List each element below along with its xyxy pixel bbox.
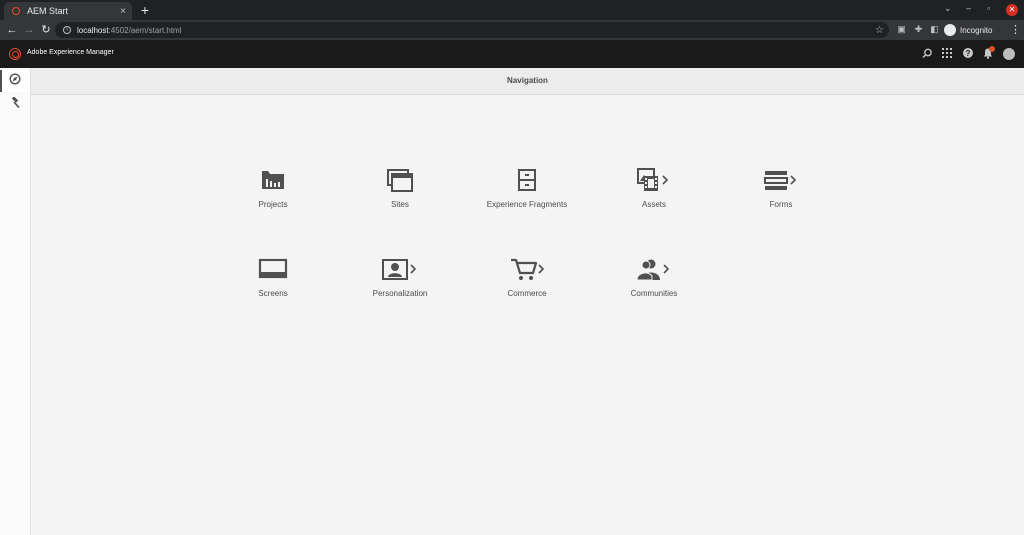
tile-projects[interactable]: Projects [218, 168, 328, 209]
tile-label: Communities [630, 289, 678, 298]
tile-label: Personalization [372, 289, 428, 298]
tile-sites[interactable]: Sites [345, 168, 455, 209]
browser-menu-icon[interactable]: ⋮ [1010, 23, 1021, 36]
tile-forms[interactable]: Forms [726, 168, 836, 209]
aem-logo-icon[interactable] [9, 48, 21, 60]
puzzle-extensions-icon[interactable]: ✚ [913, 24, 924, 35]
tile-communities[interactable]: Communities [599, 257, 709, 298]
tile-experience-fragments[interactable]: Experience Fragments [472, 168, 582, 209]
aem-favicon-icon [12, 7, 20, 15]
search-icon[interactable] [921, 48, 933, 60]
bookmark-star-icon[interactable]: ☆ [875, 25, 884, 36]
tile-label: Commerce [507, 289, 547, 298]
svg-text:?: ? [966, 49, 971, 58]
forward-icon[interactable]: → [22, 23, 36, 37]
side-panel-icon[interactable]: ◧ [929, 24, 940, 35]
tile-assets[interactable]: Assets [599, 168, 709, 209]
help-icon[interactable]: ? [962, 48, 974, 60]
apps-grid-icon[interactable] [941, 48, 953, 60]
tile-label: Projects [258, 200, 288, 209]
back-icon[interactable]: ← [5, 23, 19, 37]
url-host: localhost [77, 25, 109, 35]
url-path: :4502/aem/start.html [108, 25, 182, 35]
app-title[interactable]: Adobe Experience Manager [27, 49, 114, 56]
experience-fragments-icon [518, 169, 536, 191]
assets-icon [637, 168, 669, 191]
extension-icon[interactable]: ▣ [896, 24, 907, 35]
notification-badge [989, 46, 995, 52]
tile-label: Assets [641, 200, 666, 209]
tile-label: Forms [769, 200, 793, 209]
browser-toolbar: ← → ↻ i localhost:4502/aem/start.html ☆ … [0, 20, 1024, 40]
site-info-icon[interactable]: i [63, 26, 71, 34]
hammer-icon[interactable] [7, 96, 23, 113]
screens-icon [258, 258, 288, 279]
user-avatar[interactable] [1003, 48, 1015, 60]
page-title: Navigation [507, 76, 548, 85]
tile-personalization[interactable]: Personalization [345, 257, 455, 298]
reload-icon[interactable]: ↻ [39, 23, 53, 37]
incognito-label: Incognito [960, 25, 993, 35]
projects-icon [262, 171, 284, 189]
tab-search-icon[interactable]: ⌄ [944, 3, 952, 14]
left-rail [0, 68, 31, 535]
incognito-icon [944, 24, 956, 36]
url-text: localhost:4502/aem/start.html [77, 26, 182, 35]
forms-icon [764, 171, 797, 190]
address-bar[interactable]: i localhost:4502/aem/start.html ☆ [55, 22, 889, 38]
aem-header: Adobe Experience Manager ? [0, 40, 1024, 68]
tab-title: AEM Start [27, 6, 69, 16]
minimize-icon[interactable]: – [966, 3, 971, 13]
window-close-icon[interactable]: ✕ [1006, 4, 1018, 16]
browser-tab[interactable]: AEM Start × [4, 2, 132, 20]
tab-close-icon[interactable]: × [120, 6, 126, 17]
new-tab-button[interactable]: + [138, 2, 152, 18]
navigation-bar: Navigation [31, 68, 1024, 95]
tile-label: Sites [391, 200, 409, 209]
sites-icon [387, 169, 413, 192]
commerce-icon [511, 258, 545, 280]
tile-screens[interactable]: Screens [218, 257, 328, 298]
tile-label: Experience Fragments [486, 200, 568, 209]
tile-label: Screens [258, 289, 288, 298]
tile-commerce[interactable]: Commerce [472, 257, 582, 298]
incognito-badge[interactable]: Incognito [944, 23, 992, 37]
restore-icon[interactable]: ▫ [987, 3, 990, 13]
personalization-icon [382, 259, 417, 280]
compass-icon[interactable] [7, 73, 23, 89]
browser-tab-strip: AEM Start × + ⌄ – ▫ ✕ [0, 0, 1024, 20]
communities-icon [636, 259, 670, 281]
